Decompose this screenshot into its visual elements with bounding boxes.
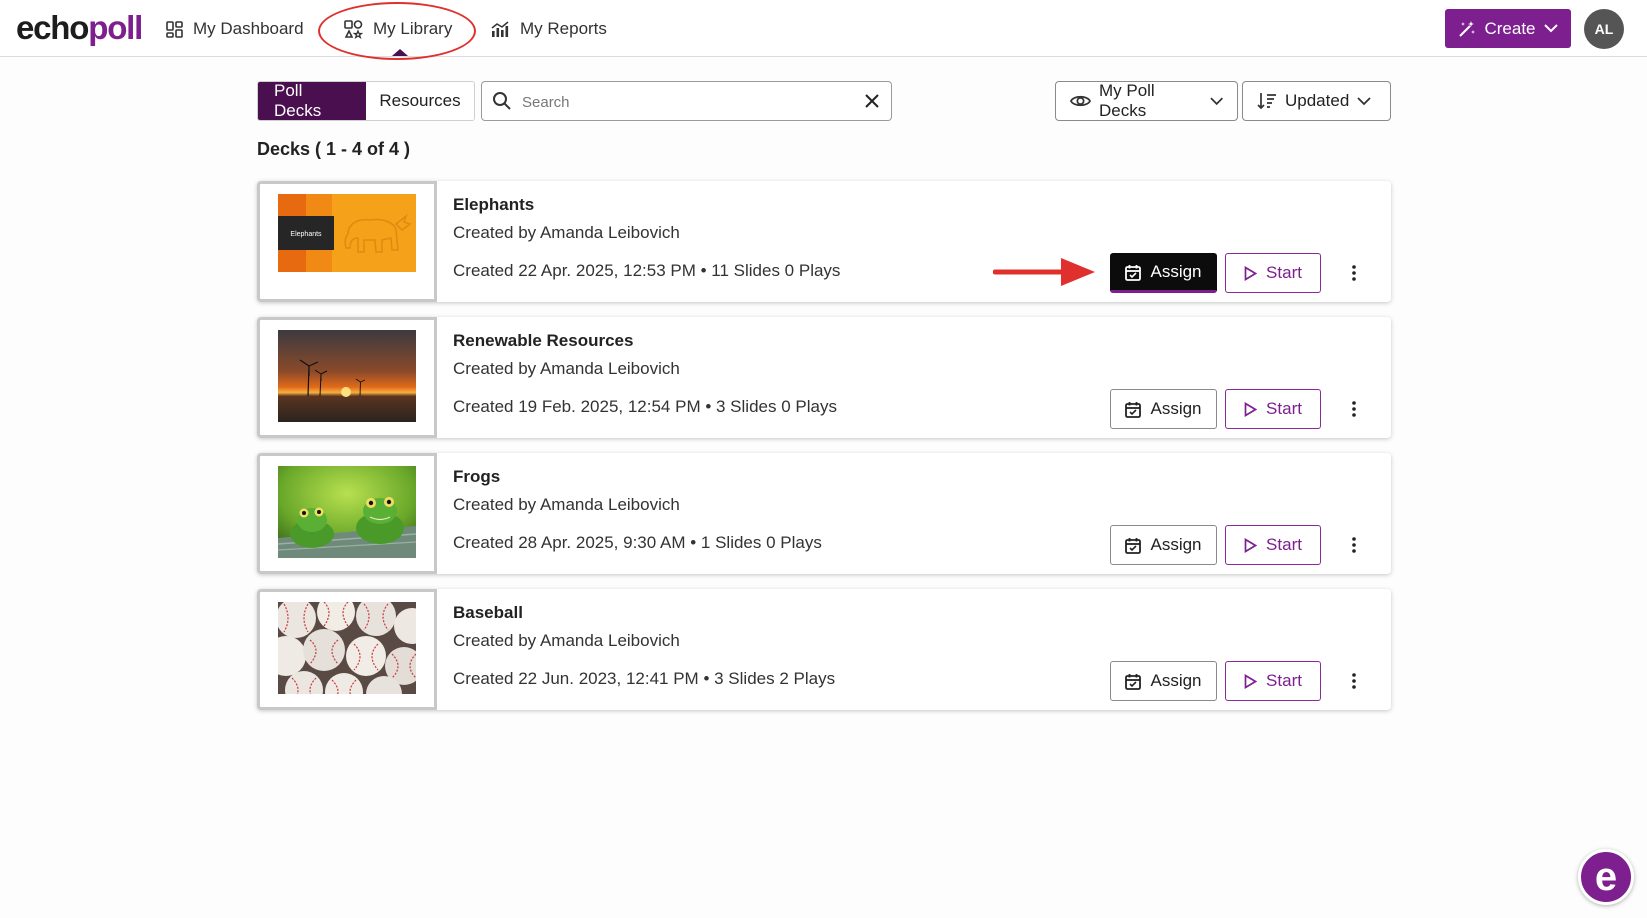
deck-title[interactable]: Elephants	[453, 195, 534, 215]
deck-author: Created by Amanda Leibovich	[453, 223, 680, 242]
sort-dropdown[interactable]: Updated	[1242, 81, 1391, 121]
start-button-label: Start	[1266, 671, 1302, 690]
assign-button[interactable]: Assign	[1110, 661, 1217, 701]
deck-thumbnail	[278, 602, 416, 694]
dashboard-icon	[166, 20, 183, 38]
more-options-icon[interactable]	[1344, 669, 1364, 693]
logo-echo: echo	[16, 9, 89, 46]
assign-button-label: Assign	[1150, 399, 1202, 418]
chevron-down-icon	[1209, 97, 1223, 105]
deck-card-frogs[interactable]: Frogs Created by Amanda Leibovich Create…	[257, 453, 1391, 574]
play-icon	[1244, 673, 1258, 689]
decks-count: Decks ( 1 - 4 of 4 )	[257, 139, 411, 159]
deck-author: Created by Amanda Leibovich	[453, 631, 680, 650]
start-button[interactable]: Start	[1225, 389, 1321, 429]
deck-thumbnail: Elephants	[278, 194, 416, 286]
start-button[interactable]: Start	[1225, 253, 1321, 293]
play-icon	[1244, 401, 1258, 417]
assign-button[interactable]: Assign	[1110, 389, 1217, 429]
help-chat-button[interactable]: e	[1578, 849, 1634, 905]
deck-title[interactable]: Renewable Resources	[453, 331, 633, 351]
logo-poll: poll	[88, 9, 143, 46]
start-button[interactable]: Start	[1225, 525, 1321, 565]
calendar-icon	[1125, 401, 1142, 418]
deck-title[interactable]: Baseball	[453, 603, 523, 623]
deck-filter-label: My Poll Decks	[1098, 81, 1155, 120]
magic-wand-icon	[1459, 20, 1476, 37]
avatar-initials: AL	[1594, 21, 1614, 37]
calendar-icon	[1125, 537, 1142, 554]
nav-my-reports-label: My Reports	[520, 19, 607, 38]
play-icon	[1244, 537, 1258, 553]
eye-icon	[1070, 95, 1091, 107]
start-button-label: Start	[1266, 263, 1302, 282]
deck-meta: Created 22 Jun. 2023, 12:41 PM • 3 Slide…	[453, 669, 836, 688]
echopoll-logo[interactable]: echopoll	[16, 8, 143, 48]
annotation-arrow	[993, 258, 1095, 286]
deck-thumbnail-frame	[257, 317, 437, 438]
calendar-icon	[1125, 264, 1142, 281]
deck-filter-dropdown[interactable]: My Poll Decks	[1055, 81, 1238, 121]
more-options-icon[interactable]	[1344, 533, 1364, 557]
play-icon	[1244, 265, 1258, 281]
deck-thumbnail-frame: Elephants	[257, 181, 437, 302]
nav-active-indicator	[392, 49, 408, 56]
create-button-label: Create	[1484, 18, 1536, 38]
deck-card-renewable-resources[interactable]: Renewable Resources Created by Amanda Le…	[257, 317, 1391, 438]
nav-my-dashboard-label: My Dashboard	[193, 19, 304, 38]
deck-thumbnail-frame	[257, 453, 437, 574]
deck-title[interactable]: Frogs	[453, 467, 500, 487]
tab-poll-decks[interactable]: Poll Decks	[258, 82, 366, 120]
assign-button-label: Assign	[1150, 671, 1202, 690]
thumbnail-title-text: Elephants	[290, 231, 322, 238]
assign-button-label: Assign	[1150, 535, 1202, 554]
more-options-icon[interactable]	[1344, 397, 1364, 421]
search-icon	[493, 92, 511, 110]
chevron-down-icon	[1543, 24, 1558, 33]
deck-thumbnail	[278, 466, 416, 558]
nav-my-library-label: My Library	[373, 19, 453, 38]
start-button[interactable]: Start	[1225, 661, 1321, 701]
assign-button-label: Assign	[1150, 262, 1202, 281]
chevron-down-icon	[1357, 96, 1371, 105]
deck-meta: Created 22 Apr. 2025, 12:53 PM • 11 Slid…	[453, 261, 841, 280]
sort-icon	[1257, 93, 1276, 110]
deck-thumbnail	[278, 330, 416, 422]
search-box	[481, 81, 892, 121]
nav-my-dashboard[interactable]: My Dashboard	[166, 14, 304, 44]
start-button-label: Start	[1266, 399, 1302, 418]
more-options-icon[interactable]	[1344, 261, 1364, 285]
clear-search-icon[interactable]	[863, 92, 881, 110]
deck-meta: Created 19 Feb. 2025, 12:54 PM • 3 Slide…	[453, 397, 837, 416]
library-tabs: Poll Decks Resources	[257, 81, 475, 121]
deck-author: Created by Amanda Leibovich	[453, 495, 680, 514]
create-button[interactable]: Create	[1445, 9, 1571, 48]
deck-author: Created by Amanda Leibovich	[453, 359, 680, 378]
calendar-icon	[1125, 673, 1142, 690]
search-input[interactable]	[522, 90, 842, 114]
nav-my-reports[interactable]: My Reports	[491, 14, 607, 44]
library-icon	[344, 19, 363, 39]
deck-meta: Created 28 Apr. 2025, 9:30 AM • 1 Slides…	[453, 533, 822, 552]
deck-card-elephants[interactable]: Elephants Elephants Created by Amanda Le…	[257, 181, 1391, 302]
deck-card-baseball[interactable]: Baseball Created by Amanda Leibovich Cre…	[257, 589, 1391, 710]
deck-thumbnail-frame	[257, 589, 437, 710]
reports-icon	[491, 20, 509, 37]
sort-label: Updated	[1285, 91, 1350, 110]
tab-resources[interactable]: Resources	[366, 82, 474, 120]
top-navbar: echopoll My Dashboard My Library My Repo…	[0, 0, 1647, 60]
assign-button[interactable]: Assign	[1110, 253, 1217, 293]
user-avatar[interactable]: AL	[1584, 9, 1624, 49]
nav-my-library[interactable]: My Library	[344, 14, 452, 44]
help-chat-label: e	[1594, 855, 1618, 899]
start-button-label: Start	[1266, 535, 1302, 554]
assign-button[interactable]: Assign	[1110, 525, 1217, 565]
